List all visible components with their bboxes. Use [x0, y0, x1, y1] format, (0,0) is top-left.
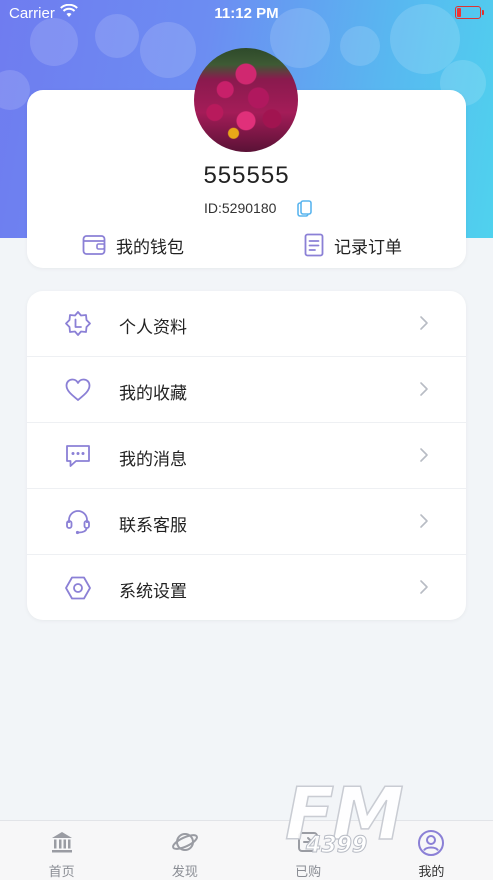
- tab-label-mine: 我的: [418, 864, 445, 879]
- avatar[interactable]: [194, 48, 298, 152]
- chevron-right-icon: [420, 580, 428, 594]
- settings-hex-icon: [65, 576, 91, 600]
- wallet-button[interactable]: 我的钱包: [82, 232, 184, 258]
- document-icon: [304, 233, 324, 257]
- tab-label-home: 首页: [48, 864, 75, 879]
- user-id: ID:5290180: [204, 200, 277, 216]
- orders-button[interactable]: 记录订单: [304, 232, 402, 258]
- wallet-icon: [82, 235, 106, 255]
- tab-discover[interactable]: 发现: [123, 821, 246, 880]
- status-bar: Carrier 11:12 PM: [0, 0, 493, 26]
- tab-label-discover: 发现: [171, 864, 198, 879]
- menu-list: 个人资料 我的收藏 我的消息 联系客服 系统设置: [27, 291, 466, 620]
- menu-item-profile[interactable]: 个人资料: [27, 291, 466, 357]
- menu-label-settings: 系统设置: [119, 582, 187, 601]
- tab-home[interactable]: 首页: [0, 821, 123, 880]
- headset-icon: [66, 510, 90, 535]
- username: 555555: [203, 162, 290, 189]
- chevron-right-icon: [420, 448, 428, 462]
- menu-label-favorites: 我的收藏: [119, 384, 187, 403]
- bank-icon: [51, 832, 72, 853]
- message-icon: [66, 445, 90, 467]
- watermark-logo-number: 4399: [305, 833, 368, 859]
- planet-icon: [171, 833, 198, 851]
- clock: 11:12 PM: [214, 5, 279, 22]
- menu-label-messages: 我的消息: [119, 450, 187, 469]
- user-icon: [418, 830, 445, 856]
- tab-bar: 首页 发现 已购 我的: [0, 820, 493, 880]
- copy-icon[interactable]: [297, 200, 313, 218]
- menu-label-profile: 个人资料: [119, 318, 187, 337]
- menu-item-customer-service[interactable]: 联系客服: [27, 489, 466, 555]
- tab-label-purchased: 已购: [295, 864, 322, 879]
- battery-icon: [455, 6, 484, 19]
- chevron-right-icon: [420, 382, 428, 396]
- chevron-right-icon: [420, 514, 428, 528]
- orders-label: 记录订单: [334, 237, 402, 257]
- menu-item-settings[interactable]: 系统设置: [27, 555, 466, 620]
- menu-label-customer-service: 联系客服: [119, 516, 187, 535]
- menu-item-favorites[interactable]: 我的收藏: [27, 357, 466, 423]
- heart-icon: [65, 378, 91, 401]
- chevron-right-icon: [420, 316, 428, 330]
- wallet-label: 我的钱包: [116, 237, 184, 257]
- menu-item-messages[interactable]: 我的消息: [27, 423, 466, 489]
- profile-badge-icon: [65, 311, 91, 336]
